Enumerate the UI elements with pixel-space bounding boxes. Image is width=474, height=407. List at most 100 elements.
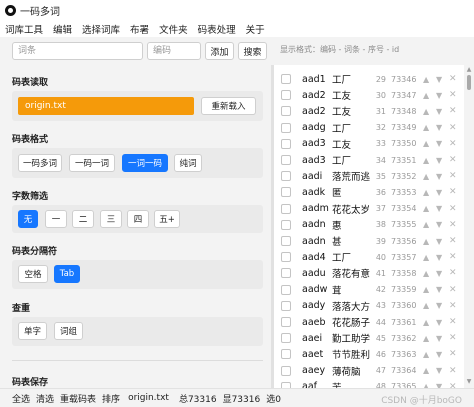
list-item[interactable]: aad4 工厂 40 73357 ▲ ▼ ✕ <box>274 249 464 265</box>
list-item[interactable]: aadi 落荒而逃 35 73352 ▲ ▼ ✕ <box>274 168 464 184</box>
entry-checkbox[interactable] <box>281 333 291 344</box>
count-option-two[interactable]: 二 <box>72 210 94 228</box>
list-item[interactable]: aadn 惠 38 73355 ▲ ▼ ✕ <box>274 217 464 233</box>
menu-item-folder[interactable]: 文件夹 <box>159 22 188 36</box>
add-button[interactable]: 添加 <box>205 42 234 60</box>
move-down-icon[interactable]: ▼ <box>436 366 442 375</box>
file-name-box[interactable]: origin.txt <box>18 97 194 115</box>
delete-icon[interactable]: ✕ <box>449 155 457 165</box>
menu-item-tools[interactable]: 词库工具 <box>5 22 43 36</box>
count-option-five-plus[interactable]: 五+ <box>154 210 180 228</box>
count-option-four[interactable]: 四 <box>127 210 149 228</box>
list-scrollbar[interactable]: ▲ ▼ <box>464 65 474 388</box>
list-item[interactable]: aadg 工厂 32 73349 ▲ ▼ ✕ <box>274 120 464 136</box>
list-item[interactable]: aad3 工厂 34 73351 ▲ ▼ ✕ <box>274 152 464 168</box>
dedupe-option-phrase[interactable]: 词组 <box>54 322 83 340</box>
move-up-icon[interactable]: ▲ <box>423 269 429 278</box>
entry-checkbox[interactable] <box>281 90 291 101</box>
move-up-icon[interactable]: ▲ <box>423 75 429 84</box>
move-down-icon[interactable]: ▼ <box>436 253 442 262</box>
move-down-icon[interactable]: ▼ <box>436 301 442 310</box>
list-item[interactable]: aaet 节节胜利 46 73363 ▲ ▼ ✕ <box>274 346 464 362</box>
scroll-up-icon[interactable]: ▲ <box>466 66 472 74</box>
list-item[interactable]: aady 落落大方 43 73360 ▲ ▼ ✕ <box>274 298 464 314</box>
list-item[interactable]: aad1 工厂 29 73346 ▲ ▼ ✕ <box>274 71 464 87</box>
list-item[interactable]: aadw 茸 42 73359 ▲ ▼ ✕ <box>274 282 464 298</box>
entry-checkbox[interactable] <box>281 300 291 311</box>
menu-item-table-process[interactable]: 码表处理 <box>198 22 236 36</box>
move-up-icon[interactable]: ▲ <box>423 107 429 116</box>
count-option-one[interactable]: 一 <box>45 210 67 228</box>
scroll-thumb[interactable] <box>467 75 471 90</box>
list-item[interactable]: aad2 工友 31 73348 ▲ ▼ ✕ <box>274 103 464 119</box>
move-down-icon[interactable]: ▼ <box>436 269 442 278</box>
move-up-icon[interactable]: ▲ <box>423 204 429 213</box>
move-down-icon[interactable]: ▼ <box>436 350 442 359</box>
delete-icon[interactable]: ✕ <box>449 139 457 149</box>
delete-icon[interactable]: ✕ <box>449 171 457 181</box>
format-option-pure-word[interactable]: 纯词 <box>174 154 202 172</box>
move-up-icon[interactable]: ▲ <box>423 366 429 375</box>
delete-icon[interactable]: ✕ <box>449 204 457 214</box>
menu-item-select-library[interactable]: 选择词库 <box>82 22 120 36</box>
format-option-multi-word[interactable]: 一码多词 <box>18 154 62 172</box>
move-down-icon[interactable]: ▼ <box>436 318 442 327</box>
list-item[interactable]: aadk 匿 36 73353 ▲ ▼ ✕ <box>274 184 464 200</box>
menu-item-edit[interactable]: 编辑 <box>53 22 72 36</box>
delete-icon[interactable]: ✕ <box>449 268 457 278</box>
search-button[interactable]: 搜索 <box>238 42 267 60</box>
separator-option-tab[interactable]: Tab <box>54 265 80 283</box>
delete-icon[interactable]: ✕ <box>449 252 457 262</box>
code-input[interactable] <box>147 42 201 60</box>
delete-icon[interactable]: ✕ <box>449 220 457 230</box>
menu-item-deploy[interactable]: 布署 <box>130 22 149 36</box>
move-down-icon[interactable]: ▼ <box>436 107 442 116</box>
entry-checkbox[interactable] <box>281 171 291 182</box>
list-item[interactable]: aadm 花花太岁 37 73354 ▲ ▼ ✕ <box>274 201 464 217</box>
entry-checkbox[interactable] <box>281 349 291 360</box>
count-option-none[interactable]: 无 <box>18 210 38 228</box>
list-item[interactable]: aadu 落花有意 41 73358 ▲ ▼ ✕ <box>274 265 464 281</box>
move-down-icon[interactable]: ▼ <box>436 91 442 100</box>
entry-checkbox[interactable] <box>281 74 291 85</box>
move-up-icon[interactable]: ▲ <box>423 220 429 229</box>
move-up-icon[interactable]: ▲ <box>423 334 429 343</box>
entry-checkbox[interactable] <box>281 122 291 133</box>
move-up-icon[interactable]: ▲ <box>423 172 429 181</box>
move-down-icon[interactable]: ▼ <box>436 285 442 294</box>
entry-checkbox[interactable] <box>281 203 291 214</box>
list-item[interactable]: aaf苦4873365▲▼✕ <box>274 379 464 388</box>
delete-icon[interactable]: ✕ <box>449 236 457 246</box>
move-up-icon[interactable]: ▲ <box>423 318 429 327</box>
move-down-icon[interactable]: ▼ <box>436 204 442 213</box>
select-all-button[interactable]: 全选 <box>12 392 30 405</box>
delete-icon[interactable]: ✕ <box>449 301 457 311</box>
entry-checkbox[interactable] <box>281 187 291 198</box>
move-up-icon[interactable]: ▲ <box>423 301 429 310</box>
delete-icon[interactable]: ✕ <box>449 333 457 343</box>
move-up-icon[interactable]: ▲ <box>423 188 429 197</box>
delete-icon[interactable]: ✕ <box>449 349 457 359</box>
entry-checkbox[interactable] <box>281 284 291 295</box>
move-up-icon[interactable]: ▲ <box>423 253 429 262</box>
count-option-three[interactable]: 三 <box>100 210 122 228</box>
move-down-icon[interactable]: ▼ <box>436 188 442 197</box>
delete-icon[interactable]: ✕ <box>449 106 457 116</box>
clear-selection-button[interactable]: 清选 <box>36 392 54 405</box>
move-up-icon[interactable]: ▲ <box>423 156 429 165</box>
entry-checkbox[interactable] <box>281 219 291 230</box>
entry-checkbox[interactable] <box>281 268 291 279</box>
entry-checkbox[interactable] <box>281 317 291 328</box>
move-up-icon[interactable]: ▲ <box>423 139 429 148</box>
move-up-icon[interactable]: ▲ <box>423 350 429 359</box>
reload-button[interactable]: 重新载入 <box>201 97 256 115</box>
list-item[interactable]: aaei 勤工助学 45 73362 ▲ ▼ ✕ <box>274 330 464 346</box>
entry-checkbox[interactable] <box>281 236 291 247</box>
move-down-icon[interactable]: ▼ <box>436 123 442 132</box>
move-down-icon[interactable]: ▼ <box>436 220 442 229</box>
move-up-icon[interactable]: ▲ <box>423 237 429 246</box>
format-option-one-word[interactable]: 一码一词 <box>69 154 115 172</box>
dedupe-option-single[interactable]: 单字 <box>18 322 47 340</box>
separator-option-space[interactable]: 空格 <box>18 265 48 283</box>
move-up-icon[interactable]: ▲ <box>423 285 429 294</box>
